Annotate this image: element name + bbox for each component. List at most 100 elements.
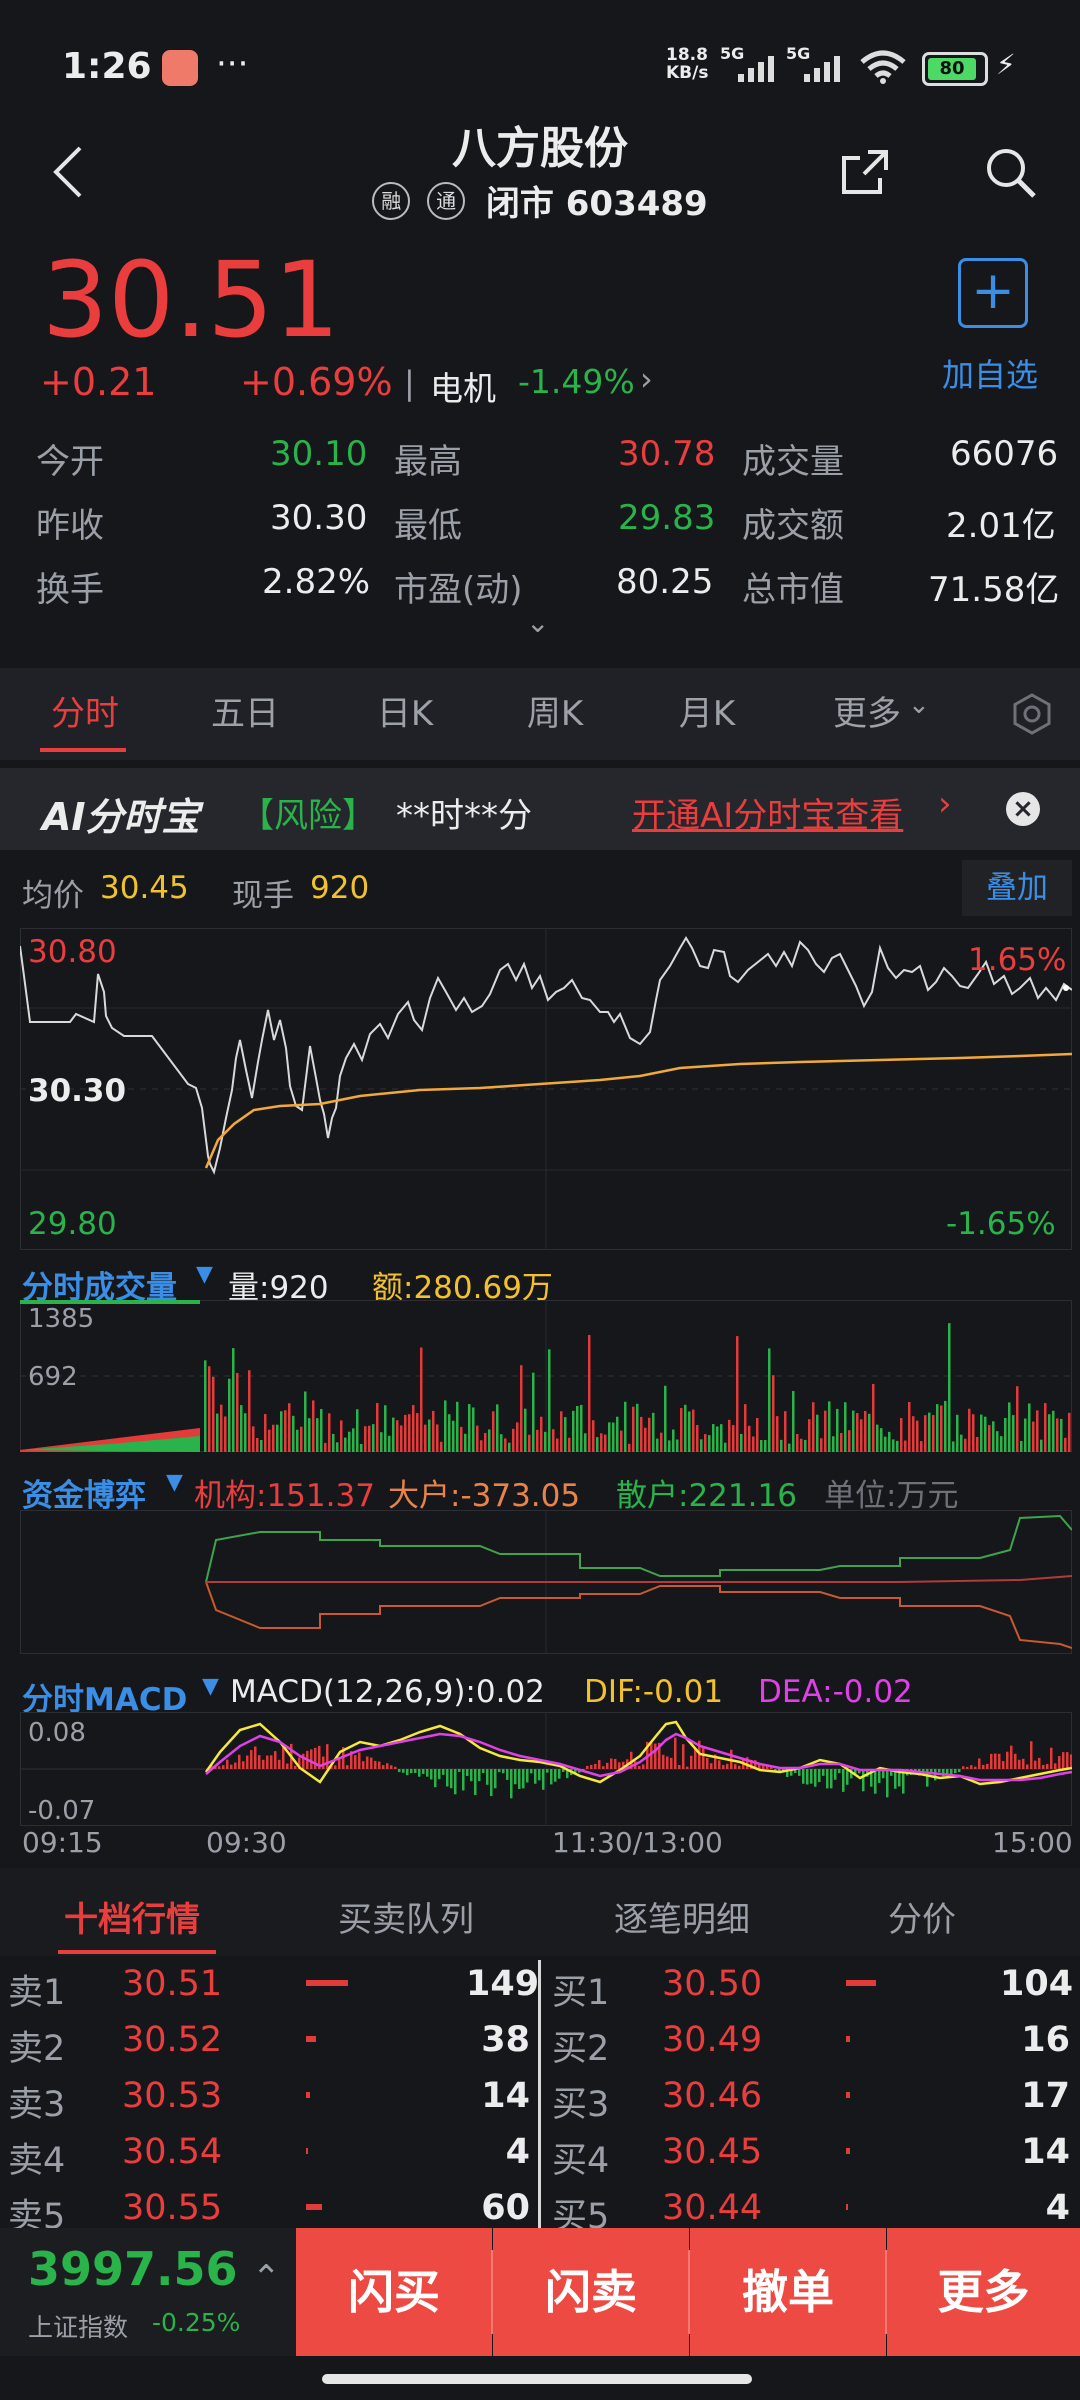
macd-bar [446, 1769, 449, 1787]
volume-bar [412, 1405, 415, 1452]
volume-bar [852, 1410, 855, 1452]
macd-panel-dropdown-icon[interactable]: ▼ [202, 1674, 219, 1699]
volume-bar [996, 1431, 999, 1452]
low-value: 29.83 [618, 498, 716, 538]
share-icon[interactable] [838, 144, 892, 198]
more-actions-button[interactable]: 更多 [887, 2228, 1080, 2356]
volume-bar [424, 1424, 427, 1452]
macd-bar [262, 1759, 265, 1769]
macd-bar [414, 1769, 417, 1773]
volume-chart[interactable] [20, 1300, 1072, 1452]
volume-bar [876, 1424, 879, 1452]
tab-daily-k[interactable]: 日K [350, 668, 460, 760]
fund-panel-title[interactable]: 资金博弈 [22, 1470, 146, 1515]
index-ticker[interactable]: 3997.56 上证指数 -0.25% ⌃ [0, 2228, 296, 2356]
macd-bar [598, 1760, 601, 1769]
macd-bar [374, 1760, 377, 1769]
add-watchlist-label[interactable]: 加自选 [942, 350, 1038, 396]
volume-bar [684, 1404, 687, 1452]
cancel-order-button[interactable]: 撤单 [690, 2228, 886, 2356]
macd-bar [806, 1769, 809, 1785]
volume-bar [844, 1402, 847, 1452]
ask-price[interactable]: 30.53 [122, 2076, 222, 2116]
volume-bar [748, 1425, 751, 1452]
expand-chevron-icon[interactable]: ⌄ [526, 606, 549, 639]
bid-price[interactable]: 30.46 [662, 2076, 762, 2116]
macd-dif: DIF:-0.01 [584, 1674, 724, 1710]
home-indicator[interactable] [322, 2374, 752, 2384]
macd-bar [838, 1769, 841, 1774]
tab-ten-level[interactable]: 十档行情 [64, 1892, 200, 1941]
close-icon[interactable]: × [1006, 792, 1040, 826]
tab-ticks[interactable]: 逐笔明细 [614, 1892, 750, 1941]
fund-panel-dropdown-icon[interactable]: ▼ [166, 1470, 183, 1495]
price-chart[interactable] [20, 928, 1072, 1250]
price-axis-mid: 30.30 [28, 1073, 127, 1109]
overlay-button[interactable]: 叠加 [962, 860, 1072, 916]
macd-bar [718, 1760, 721, 1769]
volume-bar [524, 1408, 527, 1452]
pe-value: 80.25 [616, 562, 714, 602]
sector-name[interactable]: 电机 [430, 362, 496, 410]
banner-cta[interactable]: 开通AI分时宝查看 [632, 788, 903, 837]
ask-price[interactable]: 30.55 [122, 2188, 222, 2228]
macd-bar [474, 1769, 477, 1796]
macd-bar [546, 1769, 549, 1773]
macd-bar [734, 1764, 737, 1769]
bid-size-bar [846, 2036, 850, 2042]
divider: | [404, 364, 415, 402]
macd-bar [666, 1756, 669, 1769]
turnover-label: 换手 [36, 570, 104, 610]
volume-bar [288, 1403, 291, 1452]
macd-bar [478, 1769, 481, 1782]
volume-bar [804, 1439, 807, 1452]
low-label: 最低 [394, 506, 462, 546]
tab-intraday[interactable]: 分时 [30, 668, 140, 760]
volume-bar [772, 1375, 775, 1452]
macd-bar [606, 1762, 609, 1769]
pct-axis-bottom: -1.65% [946, 1206, 1056, 1242]
tab-five-day[interactable]: 五日 [190, 668, 300, 760]
chevron-up-icon[interactable]: ⌃ [252, 2258, 281, 2298]
tab-weekly-k[interactable]: 周K [500, 668, 610, 760]
active-tab-indicator [40, 748, 126, 752]
bid-size-bar [846, 1980, 876, 1986]
tab-queue[interactable]: 买卖队列 [338, 1892, 474, 1941]
macd-bar [682, 1744, 685, 1769]
volume-bar [352, 1428, 355, 1452]
volume-bar [812, 1402, 815, 1452]
add-watchlist-button[interactable]: + [958, 258, 1028, 328]
index-change: -0.25% [152, 2308, 241, 2337]
macd-bar [354, 1755, 357, 1769]
volume-bar [432, 1410, 435, 1452]
bid-price[interactable]: 30.45 [662, 2132, 762, 2172]
macd-bar [534, 1769, 537, 1784]
volume-bar [752, 1436, 755, 1452]
macd-bar [1014, 1753, 1017, 1769]
tab-price-dist[interactable]: 分价 [888, 1892, 956, 1941]
volume-panel-dropdown-icon[interactable]: ▼ [196, 1262, 213, 1287]
macd-bar [1002, 1761, 1005, 1769]
bid-price[interactable]: 30.50 [662, 1964, 762, 2004]
quick-sell-button[interactable]: 闪卖 [493, 2228, 689, 2356]
ask-price[interactable]: 30.54 [122, 2132, 222, 2172]
macd-chart[interactable] [20, 1712, 1072, 1826]
volume-bar [988, 1425, 991, 1452]
settings-icon[interactable] [1010, 692, 1054, 736]
macd-bar [218, 1766, 221, 1769]
ai-banner[interactable]: AI分时宝 【风险】 **时**分 开通AI分时宝查看 › × [0, 768, 1080, 850]
tab-monthly-k[interactable]: 月K [652, 668, 762, 760]
sector-change[interactable]: -1.49% [518, 362, 635, 401]
ask-price[interactable]: 30.51 [122, 1964, 222, 2004]
fund-flow-chart[interactable] [20, 1510, 1072, 1654]
volume-bar [648, 1417, 651, 1452]
macd-bar [362, 1761, 365, 1769]
macd-bar [294, 1765, 297, 1769]
search-icon[interactable] [982, 144, 1038, 200]
quick-buy-button[interactable]: 闪买 [296, 2228, 492, 2356]
tab-more[interactable]: 更多 [812, 668, 922, 760]
volume-bar [1044, 1403, 1047, 1452]
ask-price[interactable]: 30.52 [122, 2020, 222, 2060]
bid-price[interactable]: 30.49 [662, 2020, 762, 2060]
bid-price[interactable]: 30.44 [662, 2188, 762, 2228]
